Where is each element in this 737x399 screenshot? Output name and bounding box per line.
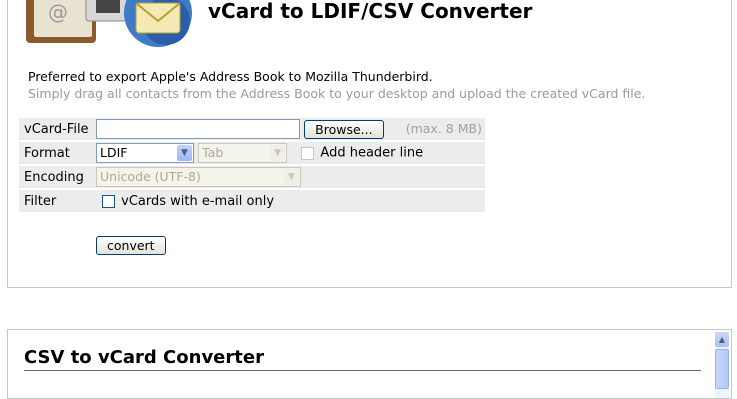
section-title: CSV to vCard Converter bbox=[24, 347, 264, 368]
vcard-file-row: vCard-File Browse... (max. 8 MB) bbox=[19, 118, 485, 140]
chevron-down-icon: ▼ bbox=[177, 145, 192, 161]
scrollbar[interactable]: ▲ bbox=[715, 332, 729, 398]
format-select-value: LDIF bbox=[100, 145, 128, 160]
browse-button[interactable]: Browse... bbox=[304, 119, 384, 139]
svg-text:@: @ bbox=[48, 0, 68, 24]
encoding-row: Encoding Unicode (UTF-8) ▼ bbox=[19, 166, 485, 188]
email-only-checkbox[interactable] bbox=[102, 194, 116, 208]
delimiter-select-value: Tab bbox=[202, 145, 224, 160]
filter-row: Filter vCards with e-mail only bbox=[19, 190, 485, 212]
convert-button[interactable]: convert bbox=[96, 236, 166, 255]
scroll-up-arrow-icon[interactable]: ▲ bbox=[715, 332, 729, 347]
format-select[interactable]: LDIF ▼ bbox=[96, 143, 194, 163]
vcard-file-label: vCard-File bbox=[19, 118, 94, 140]
encoding-select-value: Unicode (UTF-8) bbox=[100, 169, 201, 184]
filter-label: Filter bbox=[19, 190, 94, 212]
chevron-down-icon: ▼ bbox=[284, 169, 299, 185]
format-label: Format bbox=[19, 142, 94, 164]
encoding-select: Unicode (UTF-8) ▼ bbox=[96, 167, 301, 187]
page-title: vCard to LDIF/CSV Converter bbox=[208, 0, 533, 23]
header-line-checkbox[interactable] bbox=[301, 146, 315, 160]
address-book-thunderbird-logo: @ bbox=[26, 0, 192, 47]
scroll-thumb[interactable] bbox=[715, 349, 729, 389]
delimiter-select: Tab ▼ bbox=[198, 143, 288, 163]
vcard-file-input[interactable] bbox=[96, 119, 300, 139]
intro-hint: Simply drag all contacts from the Addres… bbox=[28, 86, 646, 101]
intro-text: Preferred to export Apple's Address Book… bbox=[28, 69, 433, 84]
title-divider bbox=[24, 370, 701, 371]
encoding-label: Encoding bbox=[19, 166, 94, 188]
csv-to-vcard-panel: CSV to vCard Converter ▲ bbox=[7, 329, 732, 399]
max-size-hint: (max. 8 MB) bbox=[405, 120, 482, 136]
format-row: Format LDIF ▼ Tab ▼ Add header line bbox=[19, 142, 485, 164]
header-line-label: Add header line bbox=[320, 145, 424, 161]
chevron-down-icon: ▼ bbox=[270, 145, 286, 161]
email-only-label: vCards with e-mail only bbox=[121, 193, 275, 209]
converter-form: vCard-File Browse... (max. 8 MB) Format … bbox=[19, 116, 485, 214]
